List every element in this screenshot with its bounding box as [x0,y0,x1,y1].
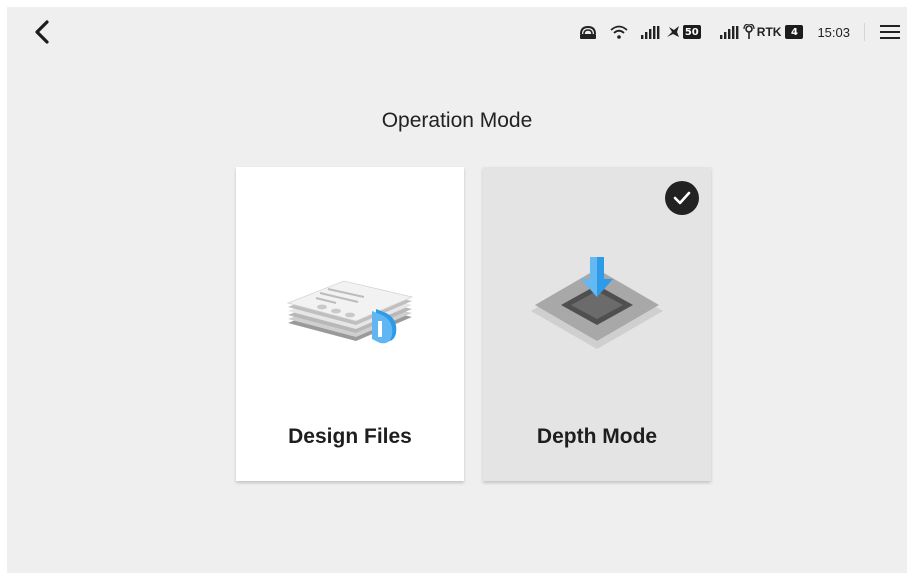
clock: 15:03 [817,24,850,40]
depth-mode-icon [483,251,711,367]
depth-mode-card[interactable]: Depth Mode [483,167,711,481]
rtk-label: RTK [756,25,782,39]
status-divider [864,23,865,41]
selected-check-icon [665,181,699,215]
design-files-label: Design Files [288,425,412,448]
depth-mode-label: Depth Mode [536,425,658,448]
screen: 50 RTK 4 15:03 Operation Mode Design Fil… [7,7,907,573]
design-files-card[interactable]: Design Files [236,167,464,481]
chevron-left-icon [35,20,49,44]
rtk-count-badge: 4 [785,25,804,39]
signal-bars-icon [640,25,660,39]
signal-bars-icon [719,25,739,39]
aircraft-icon [666,25,680,39]
back-button[interactable] [29,18,55,46]
aircraft-battery-badge: 50 [682,25,701,39]
rtk-antenna-icon [743,24,755,40]
design-files-icon [236,257,464,367]
wifi-icon [610,25,628,39]
status-bar: 50 RTK 4 15:03 [566,21,901,43]
hamburger-menu-icon [880,25,900,39]
menu-button[interactable] [879,23,901,41]
page-title: Operation Mode [381,109,533,132]
remote-controller-icon [578,24,598,40]
